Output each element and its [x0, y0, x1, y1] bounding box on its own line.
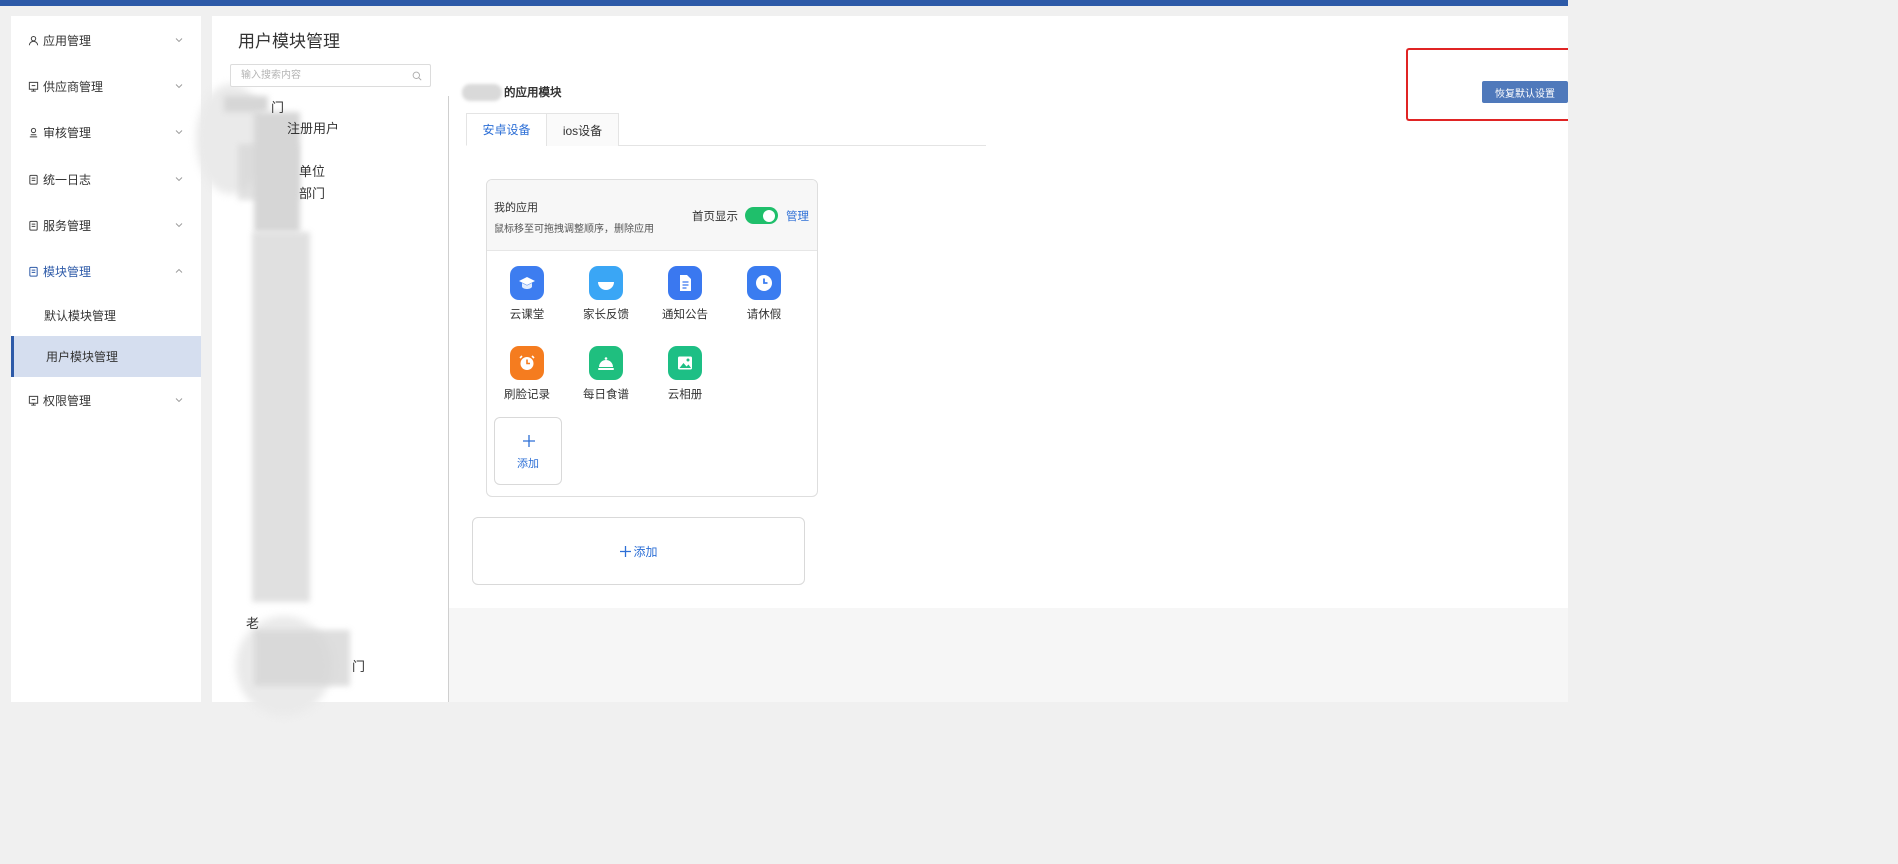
sidebar-item-audit-management[interactable]: 审核管理	[11, 117, 201, 147]
tree-search-box	[230, 64, 431, 87]
tree-node[interactable]: 注册用户	[287, 118, 339, 137]
sidebar-item-app-management[interactable]: 应用管理	[11, 25, 201, 55]
app-tile-parent-feedback[interactable]: 家长反馈	[566, 266, 636, 330]
feedback-icon	[589, 266, 623, 300]
recipe-icon	[589, 346, 623, 380]
redaction-blur	[252, 232, 310, 602]
app-tile-leave[interactable]: 请休假	[724, 266, 794, 330]
tree-search-input[interactable]	[241, 68, 406, 83]
tab-ios[interactable]: ios设备	[546, 113, 619, 146]
app-tile-daily-recipe[interactable]: 每日食谱	[566, 346, 636, 410]
tree-node[interactable]: 门	[352, 656, 365, 675]
search-icon[interactable]	[412, 71, 422, 81]
chevron-up-icon	[175, 268, 183, 273]
app-label: 家长反馈	[583, 309, 629, 321]
redaction-blur	[224, 96, 268, 112]
plus-icon	[620, 545, 632, 557]
album-icon	[668, 346, 702, 380]
sidebar-item-label: 模块管理	[43, 264, 92, 279]
sidebar-item-label: 应用管理	[43, 33, 92, 48]
chevron-down-icon	[175, 130, 183, 135]
my-apps-card-header: 我的应用 鼠标移至可拖拽调整顺序，删除应用 首页显示 管理	[487, 180, 817, 251]
sidebar-item-service-management[interactable]: 服务管理	[11, 210, 201, 240]
chevron-down-icon	[175, 223, 183, 228]
sidebar-subitem-label: 用户模块管理	[46, 350, 119, 364]
app-label: 云相册	[667, 389, 703, 401]
toggle-knob	[763, 209, 775, 222]
permission-icon	[28, 395, 39, 406]
sidebar: 应用管理 供应商管理 审核管理 统一日志 服务管理 模块管理 默认模块管理 用户…	[11, 16, 201, 702]
face-record-icon	[510, 346, 544, 380]
top-accent-bar	[0, 0, 1568, 6]
clock-icon	[747, 266, 781, 300]
restore-default-button[interactable]: 恢复默认设置	[1482, 81, 1568, 103]
my-apps-card: 我的应用 鼠标移至可拖拽调整顺序，删除应用 首页显示 管理 云课堂 家长反馈 通…	[486, 179, 818, 497]
add-app-tile[interactable]: 添加	[494, 417, 562, 485]
tab-android[interactable]: 安卓设备	[466, 113, 547, 146]
my-apps-tip: 鼠标移至可拖拽调整顺序，删除应用	[494, 224, 654, 235]
sidebar-item-permission-management[interactable]: 权限管理	[11, 385, 201, 415]
sidebar-item-label: 权限管理	[43, 393, 92, 408]
redaction-blur	[238, 144, 298, 200]
sidebar-item-module-management[interactable]: 模块管理	[11, 256, 201, 286]
sidebar-item-unified-log[interactable]: 统一日志	[11, 164, 201, 194]
supplier-icon	[28, 81, 39, 92]
app-tile-cloud-class[interactable]: 云课堂	[487, 266, 557, 330]
log-icon	[29, 174, 38, 185]
chevron-down-icon	[175, 84, 183, 89]
chevron-down-icon	[175, 38, 183, 43]
sidebar-item-label: 供应商管理	[43, 79, 104, 94]
add-module-label: 添加	[633, 544, 658, 559]
page-title: 用户模块管理	[238, 32, 340, 51]
app-tile-notice[interactable]: 通知公告	[645, 266, 715, 330]
my-apps-title: 我的应用	[494, 202, 538, 214]
app-label: 每日食谱	[583, 389, 629, 401]
add-app-label: 添加	[517, 458, 539, 470]
sidebar-subitem-user-modules[interactable]: 用户模块管理	[11, 336, 201, 377]
audit-icon	[29, 127, 38, 137]
app-tile-face-record[interactable]: 刷脸记录	[487, 346, 557, 410]
add-module-block[interactable]: 添加	[472, 517, 805, 585]
manage-link[interactable]: 管理	[786, 208, 809, 224]
tree-node[interactable]: 老	[246, 613, 259, 632]
redaction-blur	[254, 630, 350, 686]
app-label: 通知公告	[662, 309, 708, 321]
sidebar-item-label: 统一日志	[43, 172, 92, 187]
app-label: 云课堂	[509, 309, 545, 321]
service-icon	[29, 220, 38, 231]
org-tree-pane: 门 注册用户 单位 部门 老 门	[196, 84, 449, 716]
plus-icon	[523, 435, 535, 447]
app-label: 请休假	[746, 309, 782, 321]
module-header: 的应用模块	[462, 82, 562, 102]
home-display-label: 首页显示	[692, 211, 738, 223]
sidebar-item-label: 服务管理	[43, 218, 92, 233]
sidebar-subitem-default-modules[interactable]: 默认模块管理	[11, 295, 201, 336]
sidebar-item-label: 审核管理	[43, 125, 92, 140]
main-panel-footer-area	[449, 608, 1568, 702]
cloud-class-icon	[510, 266, 544, 300]
chevron-down-icon	[175, 177, 183, 182]
user-icon	[28, 35, 39, 45]
chevron-down-icon	[175, 398, 183, 403]
module-title: 的应用模块	[504, 87, 562, 99]
app-tile-cloud-album[interactable]: 云相册	[645, 346, 715, 410]
sidebar-subitem-label: 默认模块管理	[44, 309, 117, 323]
notice-icon	[668, 266, 702, 300]
app-label: 刷脸记录	[504, 389, 550, 401]
module-icon	[29, 266, 38, 277]
tree-node[interactable]: 单位	[299, 161, 325, 180]
tree-node[interactable]: 部门	[299, 183, 325, 202]
home-display-toggle[interactable]	[745, 207, 778, 224]
redacted-user-name	[462, 83, 502, 101]
sidebar-item-supplier-management[interactable]: 供应商管理	[11, 71, 201, 101]
tree-node[interactable]: 门	[271, 97, 284, 116]
